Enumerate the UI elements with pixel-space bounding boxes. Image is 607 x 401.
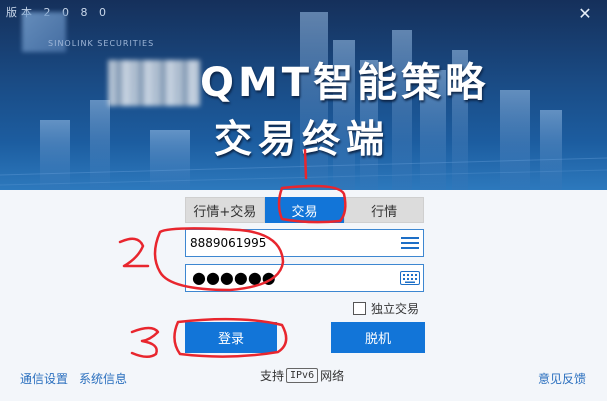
standalone-trade-option: 独立交易: [353, 300, 419, 317]
network-settings-link[interactable]: 通信设置: [20, 370, 68, 387]
keyboard-icon[interactable]: [397, 265, 423, 291]
brand-logo-blurred: [108, 60, 200, 106]
password-mask: ●●●●●●: [192, 268, 276, 287]
mode-tabs: 行情+交易 交易 行情: [185, 197, 425, 223]
ipv6-support-note: 支持 IPv6 网络: [260, 367, 344, 384]
feedback-link[interactable]: 意见反馈: [538, 370, 586, 387]
standalone-trade-checkbox[interactable]: [353, 302, 366, 315]
ipv6-suffix: 网络: [320, 369, 345, 383]
system-info-link[interactable]: 系统信息: [79, 370, 127, 387]
login-button[interactable]: 登录: [185, 322, 277, 353]
account-field: [185, 229, 424, 257]
tab-trade[interactable]: 交易: [264, 197, 345, 223]
tab-quote[interactable]: 行情: [344, 197, 425, 223]
logo-subtitle: SINOLINK SECURITIES: [48, 39, 155, 48]
password-field[interactable]: ●●●●●●: [185, 264, 424, 292]
tab-quote-trade[interactable]: 行情+交易: [185, 197, 265, 223]
standalone-trade-label: 独立交易: [371, 302, 420, 316]
product-title-line1: QMT智能策略: [200, 60, 490, 106]
login-window: 版本 2 0 8 0 SINOLINK SECURITIES ✕ QMT智能策略…: [0, 0, 607, 401]
account-input[interactable]: [186, 236, 397, 250]
ipv6-badge: IPv6: [286, 368, 319, 383]
menu-icon[interactable]: [397, 230, 423, 256]
banner: 版本 2 0 8 0 SINOLINK SECURITIES ✕ QMT智能策略…: [0, 0, 607, 190]
product-title-line2: 交易终端: [214, 117, 391, 161]
annotation-mark-3: [130, 326, 160, 358]
close-icon[interactable]: ✕: [577, 6, 593, 22]
ipv6-prefix: 支持: [260, 369, 285, 383]
annotation-mark-2: [118, 237, 150, 268]
offline-button[interactable]: 脱机: [331, 322, 425, 353]
